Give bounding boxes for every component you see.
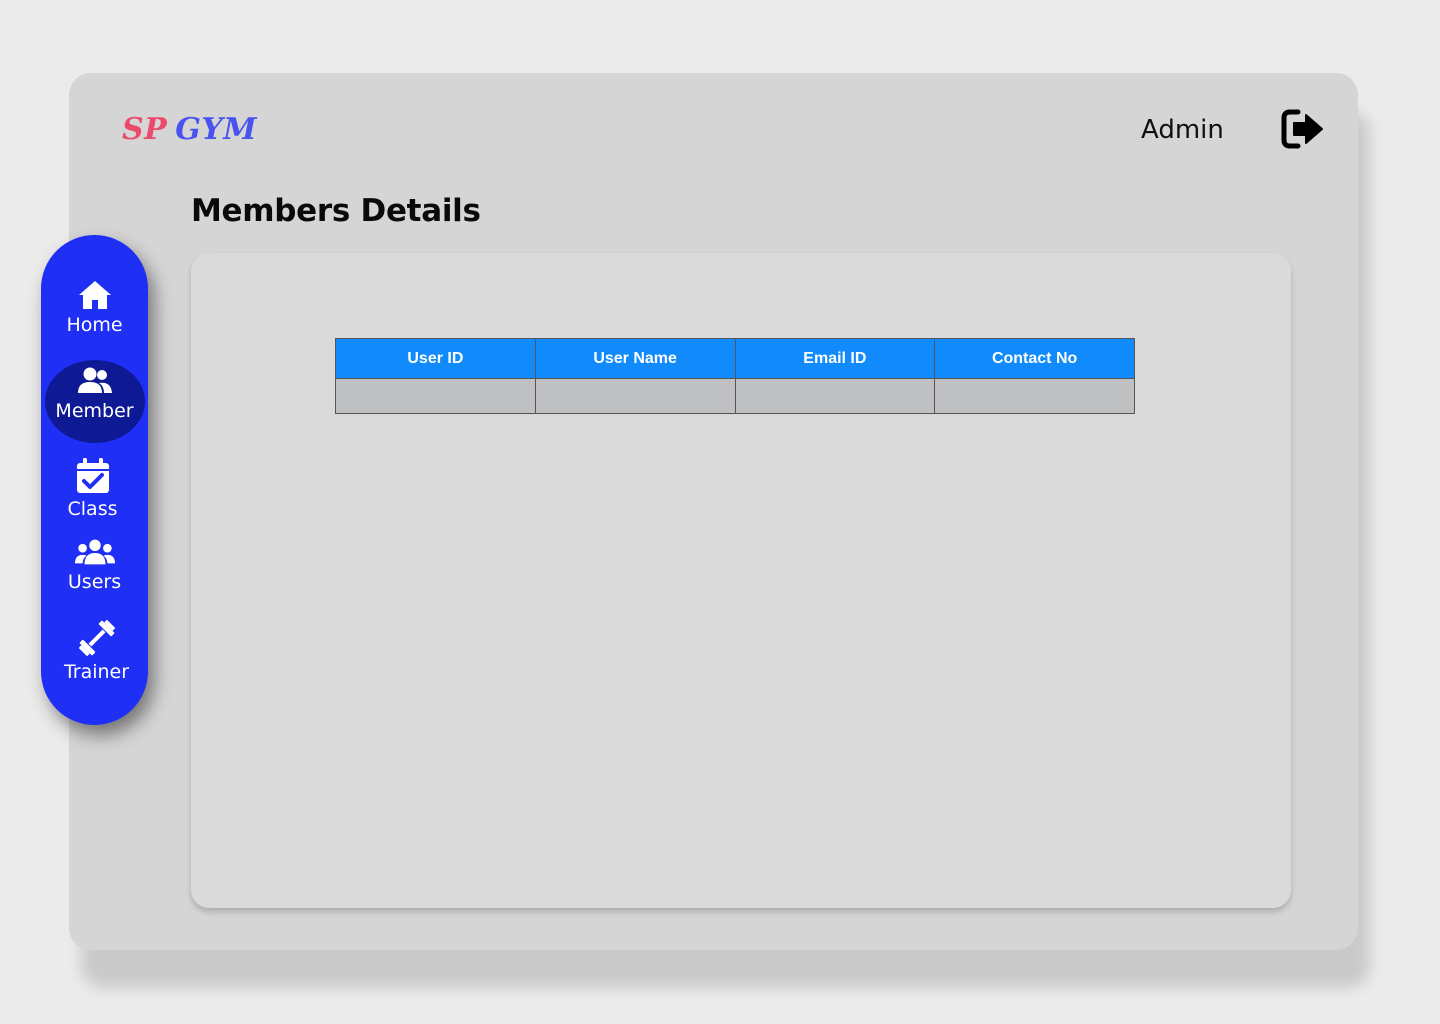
table-cell-email-id [734, 378, 936, 414]
sidebar-item-label: Member [55, 400, 134, 422]
home-icon [75, 278, 115, 312]
page-title: Members Details [191, 193, 481, 229]
sidebar-item-trainer[interactable]: Trainer [43, 617, 150, 685]
column-header-email-id[interactable]: Email ID [734, 338, 936, 379]
sidebar-item-label: Trainer [63, 661, 130, 683]
user-role-label: Admin [1141, 115, 1224, 145]
member-icon [75, 364, 115, 398]
column-header-contact-no[interactable]: Contact No [934, 338, 1135, 379]
sidebar-item-label: Users [67, 571, 122, 593]
sidebar-item-home[interactable]: Home [41, 278, 148, 338]
sidebar-item-label: Class [67, 498, 118, 520]
table-header-row: User ID User Name Email ID Contact No [335, 338, 1135, 379]
logout-icon [1281, 109, 1323, 149]
sidebar-item-member[interactable]: Member [41, 364, 148, 424]
sidebar-item-class[interactable]: Class [39, 456, 146, 522]
table-cell-contact-no [934, 378, 1135, 414]
logo-gym-text: GYM [175, 112, 257, 147]
column-header-user-name[interactable]: User Name [534, 338, 736, 379]
dumbbell-icon [77, 617, 117, 659]
sidebar-item-label: Home [66, 314, 123, 336]
column-header-user-id[interactable]: User ID [335, 338, 536, 379]
sidebar-item-users[interactable]: Users [41, 535, 148, 595]
logo-sp-text: SP [122, 112, 168, 147]
calendar-check-icon [73, 456, 113, 496]
app-logo[interactable]: SP GYM [122, 110, 257, 150]
table-row[interactable] [335, 378, 1135, 414]
users-icon [74, 535, 115, 569]
members-table: User ID User Name Email ID Contact No [335, 338, 1135, 414]
logout-button[interactable] [1280, 108, 1326, 150]
table-cell-user-id [335, 378, 536, 414]
table-cell-user-name [534, 378, 736, 414]
